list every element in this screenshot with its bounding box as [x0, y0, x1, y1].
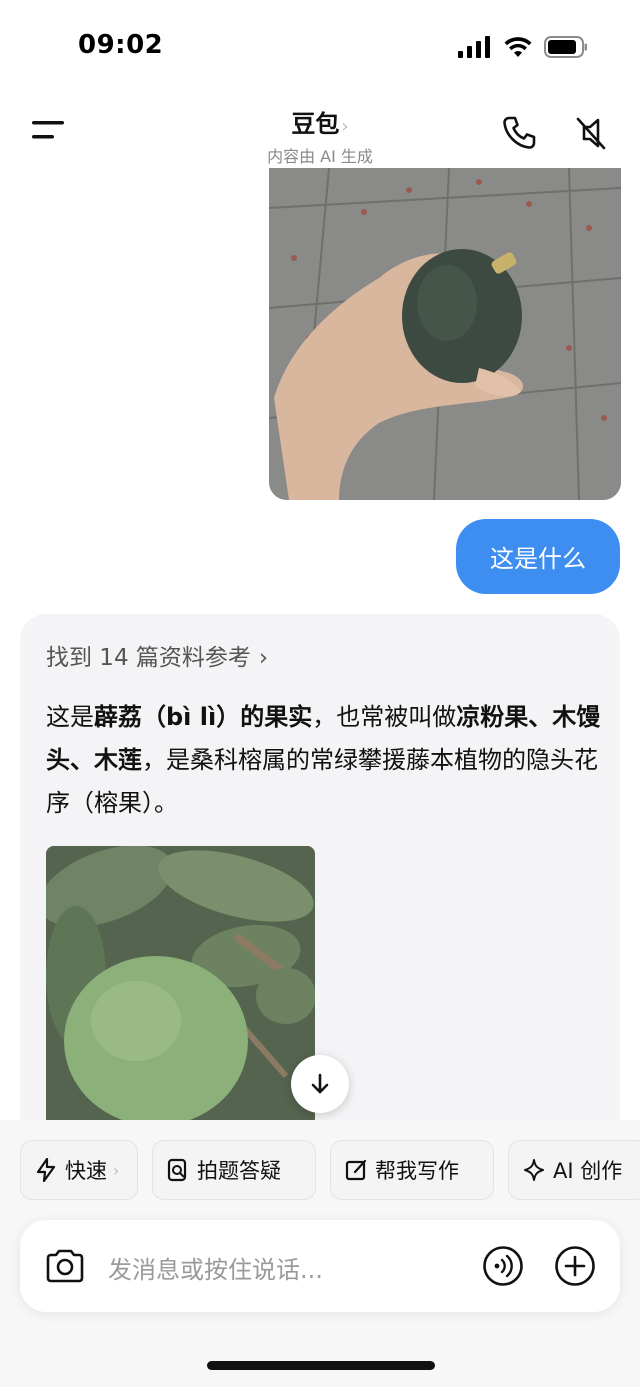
fruit-in-hand-photo [269, 168, 621, 500]
fruit-on-tree-photo [46, 846, 315, 1134]
mute-button[interactable] [572, 114, 610, 152]
user-message-bubble[interactable]: 这是什么 [456, 519, 620, 594]
chip-photo-question[interactable]: 拍题答疑 [152, 1140, 316, 1200]
answer-text: 这是薜荔（bì lì）的果实，也常被叫做凉粉果、木馒头、木莲，是桑科榕属的常绿攀… [46, 696, 601, 825]
chat-title-block[interactable]: 豆包 › 内容由 AI 生成 [0, 104, 640, 167]
home-indicator[interactable] [207, 1361, 435, 1370]
edit-icon [345, 1158, 367, 1182]
sparkle-icon [523, 1158, 545, 1182]
wifi-icon [504, 37, 532, 57]
status-time: 09:02 [78, 30, 164, 60]
message-input[interactable]: 发消息或按住说话... [108, 1250, 323, 1285]
user-uploaded-photo[interactable] [269, 168, 621, 500]
speaker-muted-icon [576, 117, 606, 150]
chip-label: 拍题答疑 [197, 1159, 281, 1183]
quick-action-chips: 快速 › 拍题答疑 帮我写作 AI 创作 [20, 1140, 640, 1200]
chip-writing[interactable]: 帮我写作 [330, 1140, 494, 1200]
status-bar: 09:02 [0, 0, 640, 92]
camera-button[interactable] [44, 1246, 86, 1286]
chat-header: 豆包 › 内容由 AI 生成 [0, 92, 640, 170]
page-title[interactable]: 豆包 [291, 110, 339, 138]
chip-label: AI 创作 [553, 1159, 623, 1183]
chat-screen: 09:02 豆包 › 内容由 AI 生成 这是什么 找到 14 篇资料参考 › … [0, 0, 640, 1387]
bottom-composer-area: 快速 › 拍题答疑 帮我写作 AI 创作 发消息或按住说话... [0, 1120, 640, 1387]
voice-call-button[interactable] [482, 1245, 524, 1287]
chevron-right-icon: › [258, 645, 269, 671]
chip-label: 快速 [65, 1159, 107, 1183]
references-label: 找到 14 篇资料参考 [46, 645, 251, 671]
answer-highlight: 薜荔（bì lì）的果实 [94, 703, 313, 731]
voice-wave-icon [483, 1246, 523, 1286]
add-button[interactable] [554, 1245, 596, 1287]
chevron-right-icon: › [113, 1160, 120, 1180]
message-input-bar: 发消息或按住说话... [20, 1220, 620, 1312]
status-icons [458, 36, 588, 58]
answer-segment: ，也常被叫做 [312, 703, 457, 731]
camera-icon [46, 1249, 84, 1283]
call-button[interactable] [500, 114, 538, 152]
answer-reference-image[interactable] [46, 846, 315, 1134]
chip-fast-mode[interactable]: 快速 › [20, 1140, 138, 1200]
ai-disclaimer: 内容由 AI 生成 [267, 147, 373, 166]
plus-circle-icon [555, 1246, 595, 1286]
references-link[interactable]: 找到 14 篇资料参考 › [46, 638, 268, 672]
phone-icon [503, 116, 536, 149]
chevron-right-icon: › [341, 116, 349, 137]
photo-question-icon [167, 1158, 189, 1182]
cellular-signal-icon [458, 36, 490, 58]
lightning-icon [35, 1158, 57, 1182]
chip-label: 帮我写作 [375, 1159, 459, 1183]
battery-icon [544, 36, 587, 58]
arrow-down-icon [311, 1073, 329, 1094]
scroll-to-bottom-button[interactable] [291, 1055, 349, 1113]
answer-segment: 这是 [46, 703, 94, 731]
chip-ai-create[interactable]: AI 创作 [508, 1140, 640, 1200]
